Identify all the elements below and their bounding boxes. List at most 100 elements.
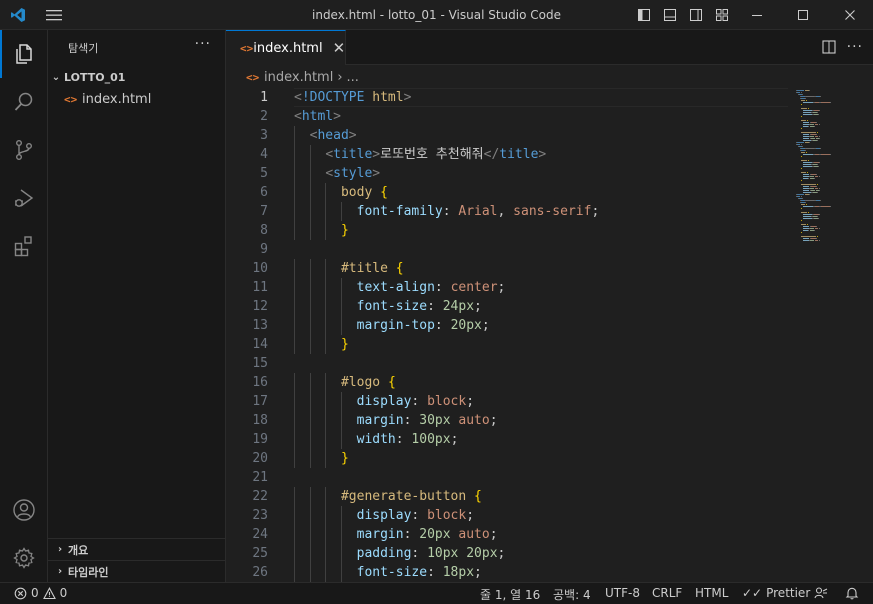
breadcrumb-more[interactable]: ... bbox=[347, 70, 359, 85]
indent-guide bbox=[310, 506, 311, 525]
run-debug-icon bbox=[15, 189, 34, 207]
code-token: , bbox=[497, 204, 514, 219]
eol-status[interactable]: CRLF bbox=[652, 586, 682, 600]
minimap-token bbox=[830, 102, 832, 103]
explorer-button[interactable] bbox=[0, 30, 48, 78]
code-token: #generate-button bbox=[340, 489, 467, 504]
code-line[interactable]: #generate-button { bbox=[294, 487, 794, 506]
code-line[interactable]: <title>로또번호 추천해줘</title> bbox=[294, 145, 794, 164]
line-number: 5 bbox=[260, 166, 268, 181]
code-line[interactable]: width: 100px; bbox=[294, 430, 794, 449]
indent-guide bbox=[325, 297, 326, 316]
minimap-token bbox=[810, 136, 814, 137]
gear-icon bbox=[13, 547, 35, 569]
code-line[interactable]: } bbox=[294, 335, 794, 354]
code-line[interactable]: display: block; bbox=[294, 392, 794, 411]
editor-more-button[interactable]: ··· bbox=[847, 39, 863, 55]
account-button[interactable] bbox=[0, 486, 48, 534]
feedback-button[interactable] bbox=[814, 586, 828, 600]
prettier-status[interactable]: ✓✓ Prettier bbox=[742, 586, 810, 600]
code-token: > bbox=[348, 128, 357, 143]
code-line[interactable]: margin: 30px auto; bbox=[294, 411, 794, 430]
code-line[interactable] bbox=[294, 468, 794, 487]
indent-guide bbox=[325, 202, 326, 221]
tab-close-icon[interactable]: ✕ bbox=[333, 39, 346, 57]
file-index-html[interactable]: <> index.html bbox=[48, 88, 226, 110]
minimap-token bbox=[803, 112, 812, 113]
problems-status[interactable]: 0 0 bbox=[14, 586, 67, 600]
toggle-panel-icon[interactable] bbox=[663, 8, 677, 22]
code-line[interactable]: font-size: 24px; bbox=[294, 297, 794, 316]
split-editor-icon[interactable] bbox=[821, 39, 837, 55]
minimap-token bbox=[816, 132, 818, 133]
minimap-token bbox=[800, 196, 802, 197]
code-token: 18px bbox=[442, 565, 475, 580]
run-debug-button[interactable] bbox=[0, 174, 48, 222]
minimap-token bbox=[801, 160, 807, 161]
indentation-status[interactable]: 공백: 4 bbox=[553, 586, 591, 603]
minimap-token bbox=[801, 168, 803, 169]
search-button[interactable] bbox=[0, 78, 48, 126]
source-control-icon bbox=[15, 140, 32, 161]
minimap-token bbox=[802, 94, 804, 95]
line-number: 26 bbox=[252, 565, 268, 580]
code-line[interactable]: font-size: 18px; bbox=[294, 563, 794, 582]
code-area[interactable]: <!DOCTYPE html> <html> <head> <title>로또번호… bbox=[294, 88, 794, 582]
extensions-button[interactable] bbox=[0, 222, 48, 270]
language-mode-status[interactable]: HTML bbox=[695, 586, 728, 600]
sidebar-more-button[interactable]: ··· bbox=[195, 36, 211, 52]
code-line[interactable]: margin-top: 20px; bbox=[294, 316, 794, 335]
code-line[interactable]: } bbox=[294, 449, 794, 468]
status-bar: 0 0 줄 1, 열 16 공백: 4 UTF-8 CRLF HTML ✓✓ P… bbox=[0, 582, 873, 604]
minimap-token bbox=[814, 178, 815, 179]
indent-guide bbox=[294, 544, 295, 563]
section-outline[interactable]: › 개요 bbox=[48, 538, 226, 560]
indent-guide bbox=[325, 278, 326, 297]
minimap-token bbox=[815, 134, 817, 135]
code-line[interactable]: <!DOCTYPE html> bbox=[294, 88, 794, 107]
code-line[interactable]: text-align: center; bbox=[294, 278, 794, 297]
minimap-token bbox=[816, 164, 818, 165]
minimap[interactable] bbox=[792, 88, 862, 582]
minimap-token bbox=[810, 240, 814, 241]
minimap-token bbox=[801, 232, 803, 233]
toggle-primary-sidebar-icon[interactable] bbox=[637, 8, 651, 22]
maximize-button[interactable] bbox=[780, 0, 826, 30]
breadcrumb-file[interactable]: index.html bbox=[264, 70, 333, 85]
code-line[interactable]: margin: 20px auto; bbox=[294, 525, 794, 544]
code-line[interactable]: #title { bbox=[294, 259, 794, 278]
code-line[interactable]: <style> bbox=[294, 164, 794, 183]
notifications-button[interactable] bbox=[845, 586, 859, 600]
manage-button[interactable] bbox=[0, 534, 48, 582]
code-line[interactable]: } bbox=[294, 221, 794, 240]
indent-guide bbox=[294, 487, 295, 506]
minimap-token bbox=[818, 124, 820, 125]
tab-index-html[interactable]: <> index.html ✕ bbox=[226, 30, 346, 65]
code-line[interactable] bbox=[294, 354, 794, 373]
code-editor[interactable]: 1 2 3 4 5 6 7 8 9 10 11 12 13 14 15 16 17 18 19 20 21 22 23 24 2… bbox=[226, 88, 873, 582]
code-line[interactable]: padding: 10px 20px; bbox=[294, 544, 794, 563]
minimize-button[interactable] bbox=[734, 0, 780, 30]
folder-lotto-01[interactable]: ⌄ LOTTO_01 bbox=[48, 66, 226, 88]
encoding-status[interactable]: UTF-8 bbox=[605, 586, 640, 600]
indent-guide bbox=[341, 563, 342, 582]
code-line[interactable]: <html> bbox=[294, 107, 794, 126]
indent-guide bbox=[310, 145, 311, 164]
indent-guide bbox=[294, 164, 295, 183]
cursor-position[interactable]: 줄 1, 열 16 bbox=[480, 586, 540, 603]
code-line[interactable]: font-family: Arial, sans-serif; bbox=[294, 202, 794, 221]
code-line[interactable]: #logo { bbox=[294, 373, 794, 392]
code-line[interactable] bbox=[294, 240, 794, 259]
indent-guide bbox=[294, 411, 295, 430]
toggle-secondary-sidebar-icon[interactable] bbox=[689, 8, 703, 22]
code-line[interactable]: body { bbox=[294, 183, 794, 202]
source-control-button[interactable] bbox=[0, 126, 48, 174]
code-line[interactable]: display: block; bbox=[294, 506, 794, 525]
customize-layout-icon[interactable] bbox=[715, 8, 729, 22]
code-line[interactable]: <head> bbox=[294, 126, 794, 145]
minimap-token bbox=[810, 176, 814, 177]
code-token: : bbox=[442, 204, 459, 219]
section-timeline[interactable]: › 타임라인 bbox=[48, 560, 226, 582]
code-token: block bbox=[427, 508, 467, 523]
close-window-button[interactable] bbox=[827, 0, 873, 30]
